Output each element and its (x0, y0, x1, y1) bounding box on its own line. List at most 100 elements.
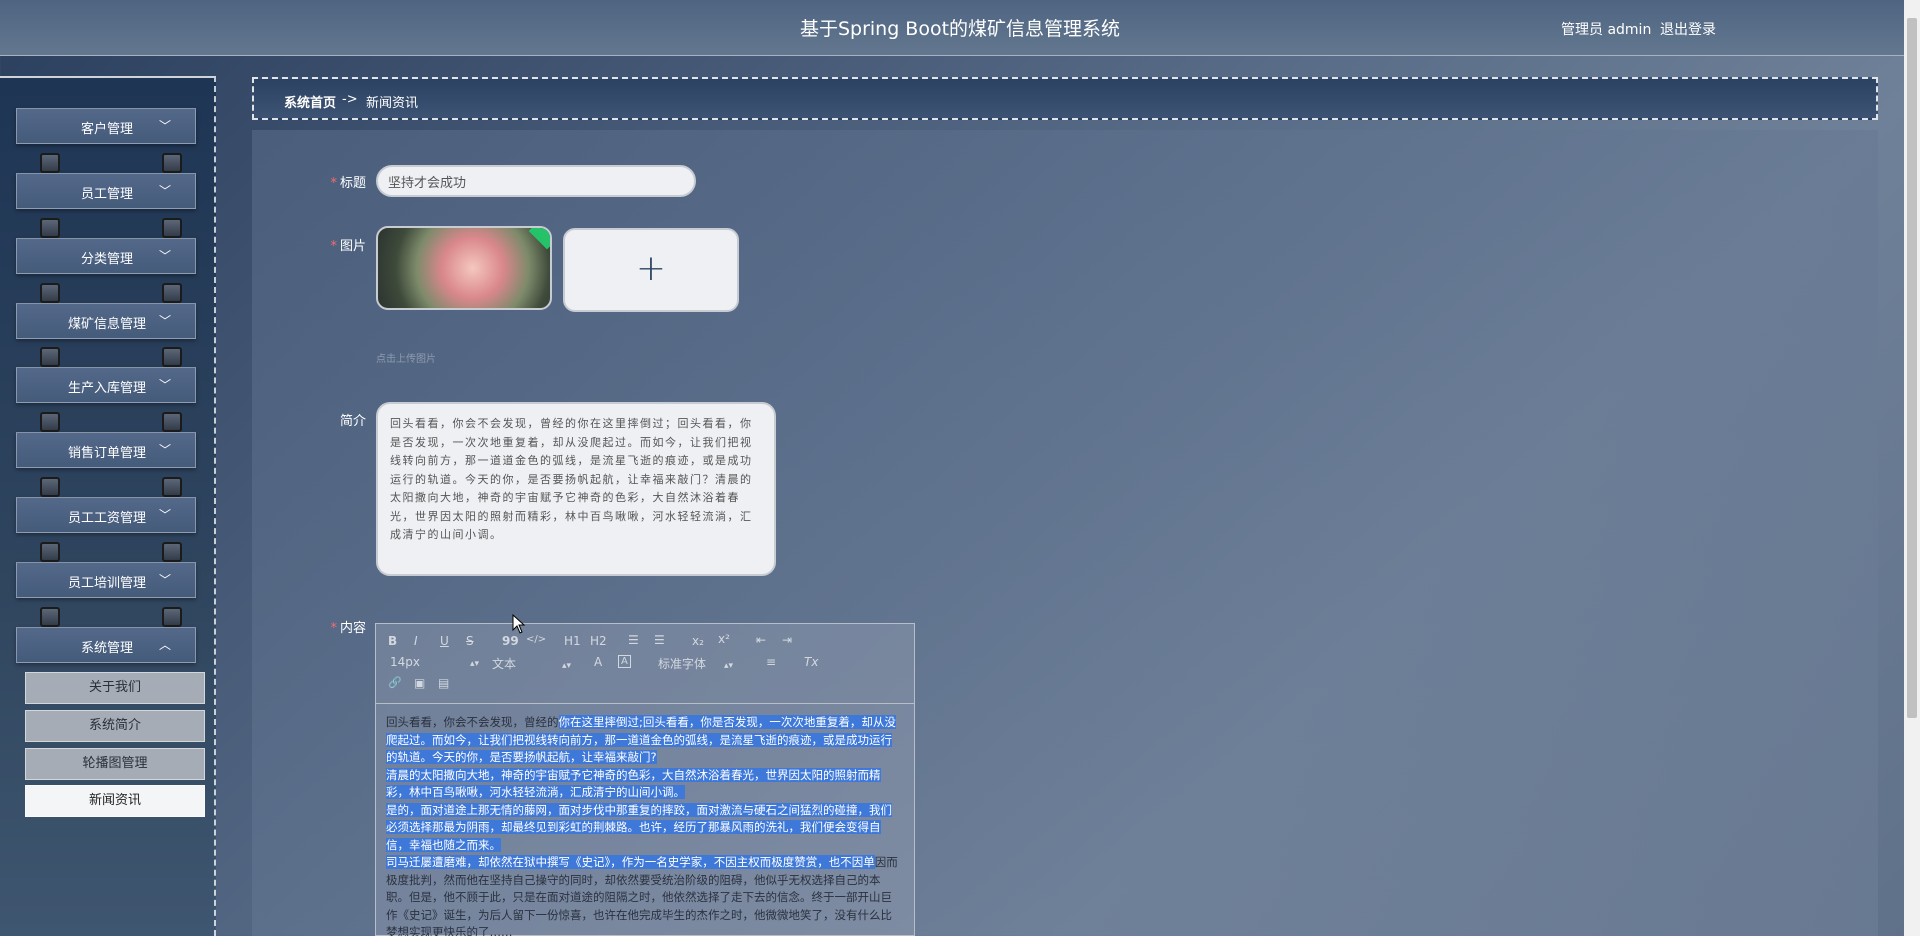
required-mark: * (330, 176, 337, 191)
image-label-text: 图片 (339, 239, 366, 254)
binder-clip-icon (40, 153, 60, 173)
sidebar-item-sales-orders[interactable]: 销售订单管理 ﹀ (16, 432, 196, 468)
italic-icon[interactable]: I (414, 634, 418, 648)
editor-toolbar: B I U S 99 </> H1 H2 ☰ ☰ x₂ x² ⇤ ⇥ 14px ▴… (376, 624, 914, 704)
intro-textarea[interactable]: 回头看看，你会不会发现，曾经的你在这里摔倒过；回头看看，你是否发现，一次次地重复… (376, 402, 776, 576)
font-family-value: 标准字体 (658, 657, 707, 671)
sidebar-item-system[interactable]: 系统管理 ︿ (16, 627, 196, 663)
intro-label: 简介 (339, 414, 366, 429)
sidebar-item-training[interactable]: 员工培训管理 ﹀ (16, 562, 196, 598)
required-mark: * (330, 239, 337, 254)
binder-clip-icon (40, 283, 60, 303)
quote-icon[interactable]: 99 (502, 634, 519, 648)
admin-user-label: 管理员 admin (1561, 22, 1652, 38)
binder-clip-icon (40, 347, 60, 367)
upload-hint: 点击上传图片 (376, 354, 436, 365)
uploaded-image-thumbnail[interactable] (376, 226, 552, 310)
chevron-up-icon: ︿ (158, 638, 171, 652)
sidebar: 客户管理 ﹀ 员工管理 ﹀ 分类管理 ﹀ 煤矿信息管理 ﹀ 生产入库管理 ﹀ 销… (0, 76, 216, 936)
sidebar-item-categories[interactable]: 分类管理 ﹀ (16, 238, 196, 274)
outdent-icon[interactable]: ⇤ (756, 633, 766, 647)
rich-text-editor[interactable]: B I U S 99 </> H1 H2 ☰ ☰ x₂ x² ⇤ ⇥ 14px ▴… (375, 623, 915, 936)
font-color-icon[interactable]: A (594, 655, 602, 669)
chevron-down-icon: ﹀ (158, 378, 171, 392)
chevron-down-icon: ﹀ (158, 119, 171, 133)
title-label: * 标题 (296, 172, 366, 191)
paragraph-selected-text: 是的，面对道途上那无情的藤网，面对步伐中那重复的摔跤，面对激流与硬石之间猛烈的碰… (386, 802, 892, 852)
submenu-item-about[interactable]: 关于我们 (25, 672, 205, 704)
scrollbar-thumb[interactable] (1907, 18, 1917, 718)
text-type-select[interactable]: 文本 ▴▾ (492, 655, 571, 672)
chevron-down-icon: ﹀ (158, 249, 171, 263)
chevron-down-icon: ﹀ (158, 443, 171, 457)
image-upload-button[interactable]: + (563, 228, 739, 312)
bullet-list-icon[interactable]: ☰ (654, 633, 665, 647)
editor-paragraph: 回头看看，你会不会发现，曾经的你在这里摔倒过;回头看看，你是否发现，一次次地重复… (386, 714, 902, 767)
binder-clip-icon (40, 477, 60, 497)
upload-success-badge (528, 228, 550, 250)
binder-clip-icon (162, 347, 182, 367)
select-arrow-icon: ▴▾ (470, 659, 480, 669)
sidebar-item-coal-info[interactable]: 煤矿信息管理 ﹀ (16, 303, 196, 339)
content-label: * 内容 (296, 617, 366, 636)
image-icon[interactable]: ▣ (414, 676, 425, 690)
submenu-item-intro[interactable]: 系统简介 (25, 710, 205, 742)
h1-icon[interactable]: H1 (564, 634, 581, 648)
ordered-list-icon[interactable]: ☰ (628, 633, 639, 647)
breadcrumb: 系统首页 -> 新闻资讯 (252, 77, 1878, 120)
paragraph-plain-text: 回头看看，你会不会发现，曾经的 (386, 715, 559, 729)
binder-clip-icon (162, 412, 182, 432)
background-color-icon[interactable]: A (618, 655, 631, 668)
required-mark: * (330, 621, 337, 636)
breadcrumb-home[interactable]: 系统首页 (284, 92, 336, 111)
content-label-text: 内容 (339, 621, 366, 636)
binder-clip-icon (162, 283, 182, 303)
select-arrow-icon: ▴▾ (724, 661, 734, 671)
superscript-icon[interactable]: x² (718, 632, 730, 646)
h2-icon[interactable]: H2 (590, 634, 607, 648)
strike-icon[interactable]: S (466, 634, 474, 648)
font-family-select[interactable]: 标准字体 ▴▾ (658, 655, 733, 672)
video-icon[interactable]: ▤ (438, 676, 449, 690)
binder-clip-icon (162, 607, 182, 627)
text-type-value: 文本 (492, 657, 517, 671)
editor-paragraph: 清晨的太阳撒向大地，神奇的宇宙赋予它神奇的色彩，大自然沐浴着春光，世界因太阳的照… (386, 767, 902, 802)
submenu-item-news[interactable]: 新闻资讯 (25, 785, 205, 817)
subscript-icon[interactable]: x₂ (692, 634, 704, 648)
editor-content[interactable]: 回头看看，你会不会发现，曾经的你在这里摔倒过;回头看看，你是否发现，一次次地重复… (386, 714, 902, 936)
editor-paragraph: 司马迁屡遭磨难，却依然在狱中撰写《史记》，作为一名史学家，不因主权而极度赞赏，也… (386, 854, 902, 936)
chevron-down-icon: ﹀ (158, 508, 171, 522)
top-header: 基于Spring Boot的煤矿信息管理系统 管理员 admin 退出登录 (0, 0, 1920, 56)
chevron-down-icon: ﹀ (158, 314, 171, 328)
mouse-cursor-icon (512, 614, 526, 634)
bold-icon[interactable]: B (388, 634, 397, 648)
sidebar-item-customers[interactable]: 客户管理 ﹀ (16, 108, 196, 144)
binder-clip-icon (162, 218, 182, 238)
select-arrow-icon: ▴▾ (562, 661, 572, 671)
submenu-item-carousel[interactable]: 轮播图管理 (25, 748, 205, 780)
sidebar-item-production[interactable]: 生产入库管理 ﹀ (16, 367, 196, 403)
binder-clip-icon (40, 607, 60, 627)
editor-paragraph: 是的，面对道途上那无情的藤网，面对步伐中那重复的摔跤，面对激流与硬石之间猛烈的碰… (386, 802, 902, 855)
code-icon[interactable]: </> (526, 634, 546, 645)
link-icon[interactable]: 🔗 (388, 676, 402, 689)
font-size-select[interactable]: 14px ▴▾ (390, 655, 479, 669)
clear-format-icon[interactable]: Tx (804, 655, 818, 669)
sidebar-item-employees[interactable]: 员工管理 ﹀ (16, 173, 196, 209)
underline-icon[interactable]: U (440, 634, 449, 648)
logout-link[interactable]: 退出登录 (1660, 19, 1716, 39)
indent-icon[interactable]: ⇥ (782, 633, 792, 647)
font-size-value: 14px (390, 655, 420, 669)
breadcrumb-separator: -> (342, 92, 358, 107)
binder-clip-icon (40, 542, 60, 562)
chevron-down-icon: ﹀ (158, 573, 171, 587)
align-icon[interactable]: ≡ (766, 655, 776, 669)
title-input[interactable] (376, 165, 696, 197)
title-label-text: 标题 (339, 176, 366, 191)
page-scrollbar[interactable] (1904, 0, 1920, 936)
binder-clip-icon (40, 218, 60, 238)
chevron-down-icon: ﹀ (158, 184, 171, 198)
sidebar-item-salaries[interactable]: 员工工资管理 ﹀ (16, 497, 196, 533)
paragraph-selected-text: 清晨的太阳撒向大地，神奇的宇宙赋予它神奇的色彩，大自然沐浴着春光，世界因太阳的照… (386, 767, 881, 799)
binder-clip-icon (40, 412, 60, 432)
